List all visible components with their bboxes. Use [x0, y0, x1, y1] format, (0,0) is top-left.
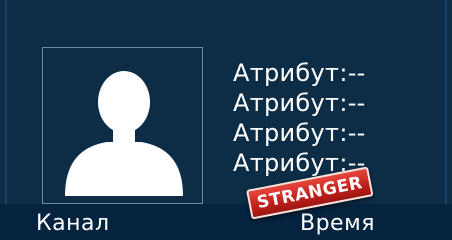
face-recognition-card: Атрибут:-- Атрибут:-- Атрибут:-- Атрибут… [0, 0, 452, 240]
person-silhouette-icon [65, 71, 183, 196]
attribute-label: Атрибут: [233, 59, 348, 87]
attribute-value: -- [347, 119, 366, 147]
face-photo-placeholder [42, 47, 203, 204]
channel-label: Канал [36, 211, 110, 236]
attribute-row: Атрибут:-- [233, 118, 366, 148]
attribute-label: Атрибут: [233, 89, 348, 117]
attribute-label: Атрибут: [233, 119, 348, 147]
attribute-value: -- [347, 59, 366, 87]
attribute-row: Атрибут:-- [233, 58, 366, 88]
attribute-list: Атрибут:-- Атрибут:-- Атрибут:-- Атрибут… [233, 58, 366, 178]
attribute-value: -- [347, 89, 366, 117]
attribute-row: Атрибут:-- [233, 88, 366, 118]
